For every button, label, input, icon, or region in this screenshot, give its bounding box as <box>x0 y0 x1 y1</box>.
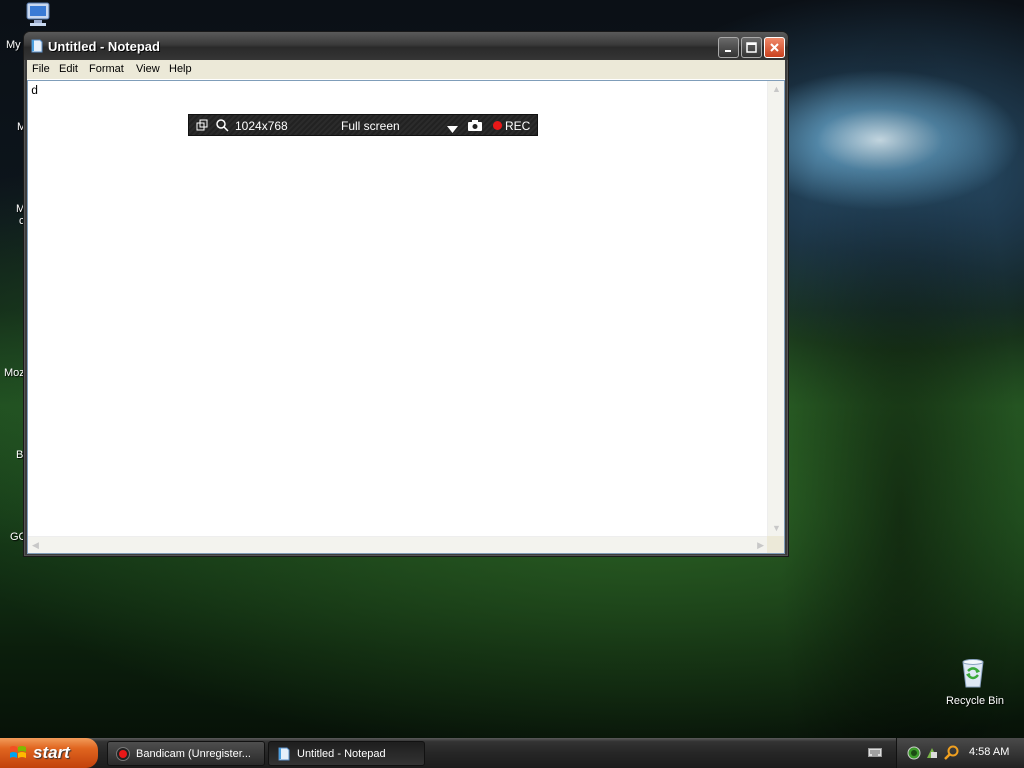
taskbar-item-label: Bandicam (Unregister... <box>136 748 251 760</box>
start-button[interactable]: start <box>0 738 98 768</box>
vertical-scrollbar[interactable]: ▲ ▼ <box>767 81 784 537</box>
windows-logo-icon <box>9 745 27 761</box>
capture-mode-label[interactable]: Full screen <box>341 119 400 133</box>
menu-bar: File Edit Format View Help <box>27 60 785 80</box>
record-dot-icon[interactable] <box>493 121 502 130</box>
clock[interactable]: 4:58 AM <box>969 746 1009 758</box>
recycle-bin-label[interactable]: Recycle Bin <box>944 695 1006 707</box>
scroll-right-arrow-icon[interactable]: ▶ <box>757 541 764 550</box>
maximize-button[interactable] <box>741 37 762 58</box>
window-mode-icon[interactable] <box>196 119 208 131</box>
chevron-down-icon[interactable] <box>447 122 458 136</box>
editor-content[interactable]: d <box>31 84 38 98</box>
recycle-bin-icon[interactable] <box>956 656 990 690</box>
taskbar-item-notepad[interactable]: Untitled - Notepad <box>268 741 425 766</box>
menu-view[interactable]: View <box>136 63 160 75</box>
menu-format[interactable]: Format <box>89 63 124 75</box>
minimize-button[interactable] <box>718 37 739 58</box>
notepad-icon[interactable] <box>30 39 44 53</box>
close-button[interactable] <box>764 37 785 58</box>
keyboard-icon[interactable] <box>868 746 882 758</box>
bandicam-icon <box>116 747 130 761</box>
scroll-up-arrow-icon[interactable]: ▲ <box>772 85 781 94</box>
tray-status-icon[interactable] <box>907 746 921 763</box>
taskbar-item-label: Untitled - Notepad <box>297 748 386 760</box>
notepad-window: Untitled - Notepad File Edit Format View… <box>23 31 789 557</box>
taskbar-item-bandicam[interactable]: Bandicam (Unregister... <box>107 741 265 766</box>
network-icon[interactable] <box>925 746 939 763</box>
window-title: Untitled - Notepad <box>48 39 160 54</box>
menu-help[interactable]: Help <box>169 63 192 75</box>
scroll-down-arrow-icon[interactable]: ▼ <box>772 524 781 533</box>
desktop-label-mozilla[interactable]: Moz <box>4 367 25 379</box>
resolution-label[interactable]: 1024x768 <box>235 119 288 133</box>
bandicam-toolbar: 1024x768 Full screen REC <box>188 114 538 136</box>
title-bar[interactable]: Untitled - Notepad <box>24 32 788 60</box>
scrollbar-corner <box>767 536 784 553</box>
scroll-left-arrow-icon[interactable]: ◀ <box>32 541 39 550</box>
start-label: start <box>33 743 70 762</box>
menu-edit[interactable]: Edit <box>59 63 78 75</box>
system-tray: 4:58 AM <box>896 738 1024 768</box>
notepad-icon <box>277 747 291 761</box>
search-icon[interactable] <box>944 745 959 763</box>
text-editor-area[interactable]: d ▲ ▼ ◀ ▶ <box>27 80 785 554</box>
camera-icon[interactable] <box>468 120 482 134</box>
horizontal-scrollbar[interactable]: ◀ ▶ <box>28 536 768 553</box>
my-computer-icon[interactable] <box>24 2 54 28</box>
search-icon[interactable] <box>216 119 229 132</box>
desktop-label-my-computer[interactable]: My <box>6 39 21 51</box>
menu-file[interactable]: File <box>32 63 50 75</box>
rec-button[interactable]: REC <box>505 119 530 133</box>
